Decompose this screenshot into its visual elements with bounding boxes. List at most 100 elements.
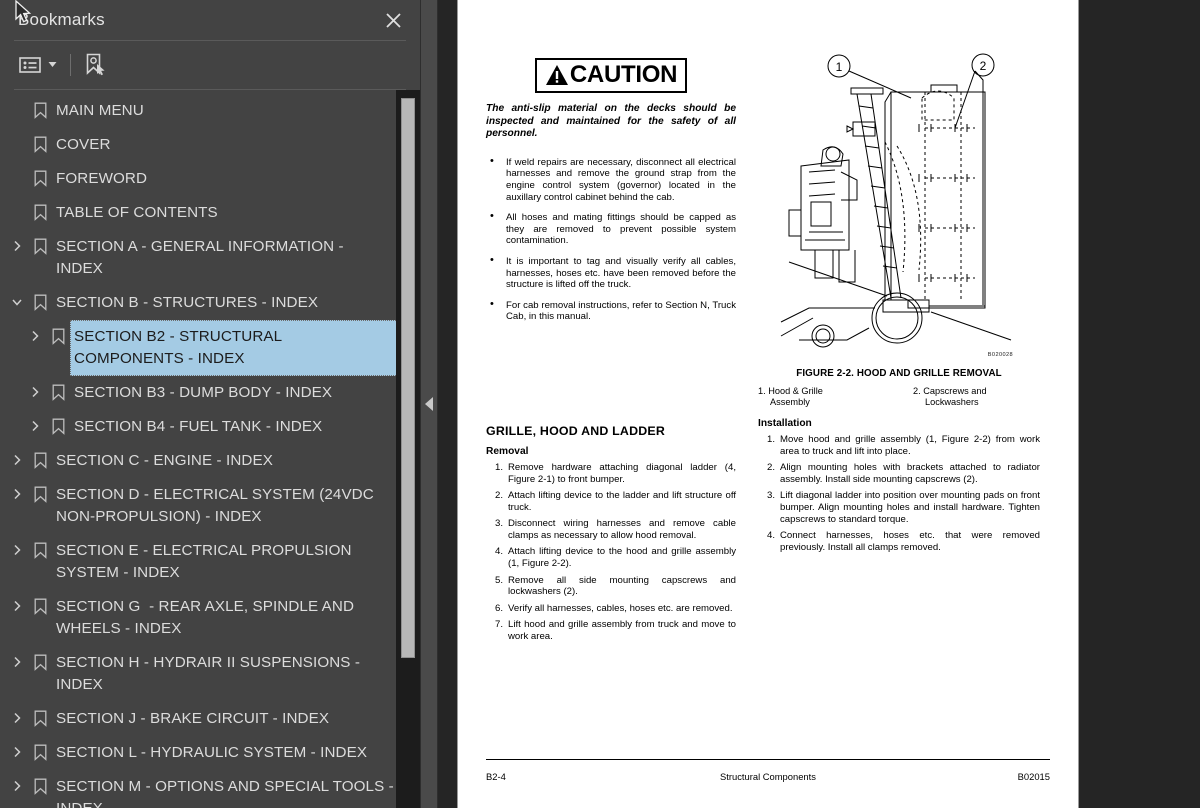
bookmark-item[interactable]: SECTION B3 - DUMP BODY - INDEX: [0, 376, 420, 410]
list-item: Align mounting holes with brackets attac…: [764, 462, 1040, 485]
list-item: Connect harnesses, hoses etc. that were …: [764, 530, 1040, 553]
list-item: Remove hardware attaching diagonal ladde…: [492, 461, 736, 485]
footer-doc-id: B02015: [1017, 771, 1050, 782]
section-heading: GRILLE, HOOD AND LADDER: [486, 423, 665, 438]
chevron-right-icon[interactable]: [6, 770, 28, 804]
bookmark-item[interactable]: SECTION M - OPTIONS AND SPECIAL TOOLS - …: [0, 770, 420, 808]
bookmark-item[interactable]: SECTION B - STRUCTURES - INDEX: [0, 286, 420, 320]
new-bookmark-icon[interactable]: [81, 50, 109, 80]
legend-number: 2.: [913, 386, 921, 396]
bookmark-flag-icon: [46, 410, 70, 444]
pdf-viewer-window: Bookmarks MAIN MENU COVER FOREWORD TABLE…: [0, 0, 1200, 808]
bookmark-label: SECTION D - ELECTRICAL SYSTEM (24VDC NON…: [56, 485, 379, 525]
chevron-down-icon[interactable]: [6, 286, 28, 320]
bookmark-label: SECTION B - STRUCTURES - INDEX: [56, 293, 319, 311]
bookmark-item[interactable]: SECTION E - ELECTRICAL PROPULSION SYSTEM…: [0, 534, 420, 590]
bookmark-label: MAIN MENU: [56, 101, 144, 119]
bookmark-label: SECTION B3 - DUMP BODY - INDEX: [74, 383, 333, 401]
bookmark-label: SECTION B4 - FUEL TANK - INDEX: [74, 417, 323, 435]
list-item: Verify all harnesses, cables, hoses etc.…: [492, 602, 733, 614]
list-item: All hoses and mating fittings should be …: [486, 211, 736, 247]
bookmark-item[interactable]: SECTION H - HYDRAIR II SUSPENSIONS - IND…: [0, 646, 420, 702]
bookmarks-panel-header: Bookmarks: [0, 0, 420, 40]
bookmarks-scrollbar[interactable]: [396, 89, 420, 808]
twisty-placeholder: [6, 162, 28, 196]
bookmark-label: SECTION E - ELECTRICAL PROPULSION SYSTEM…: [56, 541, 356, 581]
list-item: Disconnect wiring harnesses and remove c…: [492, 518, 736, 541]
twisty-placeholder: [6, 94, 28, 128]
legend-text: Capscrews and: [923, 386, 987, 396]
chevron-right-icon[interactable]: [6, 702, 28, 736]
warning-triangle-icon: [545, 65, 568, 85]
removal-heading: Removal: [486, 445, 529, 457]
list-item: Attach lifting device to the ladder and …: [492, 490, 736, 513]
bookmark-item[interactable]: SECTION C - ENGINE - INDEX: [0, 444, 420, 478]
bookmark-item[interactable]: SECTION B4 - FUEL TANK - INDEX: [0, 410, 420, 444]
chevron-right-icon[interactable]: [6, 230, 28, 264]
list-item: Lift hood and grille assembly from truck…: [492, 619, 736, 643]
bookmark-item[interactable]: SECTION D - ELECTRICAL SYSTEM (24VDC NON…: [0, 478, 420, 534]
bookmark-item[interactable]: TABLE OF CONTENTS: [0, 196, 420, 230]
footer-divider: [486, 759, 1050, 760]
figure-2-2: 1 2 B020028 FIGURE 2-2. HOOD AND GRILLE …: [758, 50, 1040, 409]
collapse-left-icon[interactable]: [425, 397, 433, 411]
footer-page-number: B2-4: [486, 771, 506, 782]
document-viewer: CAUTION The anti-slip material on the de…: [438, 0, 1200, 808]
bookmark-item[interactable]: SECTION A - GENERAL INFORMATION - INDEX: [0, 230, 420, 286]
page-right-column: Installation Move hood and grille assemb…: [758, 418, 1040, 558]
bookmark-label: SECTION H - HYDRAIR II SUSPENSIONS - IND…: [56, 653, 365, 693]
bookmark-label: SECTION L - HYDRAULIC SYSTEM - INDEX: [56, 743, 368, 761]
legend-item-1: 1. Hood & Grille Assembly: [758, 386, 899, 409]
bookmark-item[interactable]: COVER: [0, 128, 420, 162]
svg-text:2: 2: [980, 59, 987, 73]
list-options-icon[interactable]: [16, 50, 44, 80]
pdf-page: CAUTION The anti-slip material on the de…: [458, 0, 1078, 808]
page-left-column: CAUTION The anti-slip material on the de…: [486, 58, 736, 648]
bookmarks-panel: Bookmarks MAIN MENU COVER FOREWORD TABLE…: [0, 0, 420, 808]
chevron-right-icon[interactable]: [6, 444, 28, 478]
chevron-right-icon[interactable]: [24, 410, 46, 444]
bookmark-flag-icon: [28, 230, 52, 264]
panel-splitter[interactable]: [420, 0, 438, 808]
caution-heading: CAUTION: [569, 61, 678, 88]
chevron-right-icon[interactable]: [6, 590, 28, 624]
chevron-right-icon[interactable]: [6, 646, 28, 680]
bookmark-item[interactable]: SECTION L - HYDRAULIC SYSTEM - INDEX: [0, 736, 420, 770]
twisty-placeholder: [6, 128, 28, 162]
chevron-down-icon[interactable]: [44, 50, 60, 80]
technical-drawing: 1 2 B020028: [779, 50, 1019, 360]
bookmark-item[interactable]: FOREWORD: [0, 162, 420, 196]
bookmark-flag-icon: [28, 162, 52, 196]
bookmark-flag-icon: [28, 590, 52, 624]
legend-item-2: 2. Capscrews and Lockwashers: [899, 386, 1040, 409]
bookmark-label: SECTION J - BRAKE CIRCUIT - INDEX: [56, 709, 330, 727]
chevron-right-icon[interactable]: [6, 736, 28, 770]
legend-text-line2: Assembly: [770, 397, 810, 408]
bookmark-item[interactable]: SECTION J - BRAKE CIRCUIT - INDEX: [0, 702, 420, 736]
bookmark-label: SECTION A - GENERAL INFORMATION - INDEX: [56, 237, 348, 277]
page-footer: B2-4 Structural Components B02015: [486, 771, 1050, 782]
caution-box: CAUTION: [535, 58, 687, 93]
chevron-right-icon[interactable]: [24, 320, 46, 354]
bookmark-item[interactable]: SECTION G - REAR AXLE, SPINDLE AND WHEEL…: [0, 590, 420, 646]
chevron-right-icon[interactable]: [6, 478, 28, 512]
bookmark-flag-icon: [28, 128, 52, 162]
figure-caption: FIGURE 2-2. HOOD AND GRILLE REMOVAL: [796, 368, 1002, 379]
bookmark-label: TABLE OF CONTENTS: [56, 203, 218, 221]
chevron-right-icon[interactable]: [24, 376, 46, 410]
list-item: Attach lifting device to the hood and gr…: [492, 546, 736, 570]
bookmark-item[interactable]: SECTION B2 - STRUCTURAL COMPONENTS - IND…: [0, 319, 420, 376]
chevron-right-icon[interactable]: [6, 534, 28, 568]
removal-steps: Remove hardware attaching diagonal ladde…: [486, 462, 736, 643]
bookmark-flag-icon: [28, 534, 52, 568]
twisty-placeholder: [6, 196, 28, 230]
list-item: It is important to tag and visually veri…: [486, 255, 736, 291]
bookmark-item[interactable]: MAIN MENU: [0, 94, 420, 128]
caution-text: The anti-slip material on the decks shou…: [486, 103, 736, 140]
close-icon[interactable]: [380, 7, 406, 33]
bookmark-label: COVER: [56, 135, 111, 153]
scrollbar-thumb[interactable]: [401, 97, 415, 658]
installation-heading: Installation: [758, 418, 812, 429]
legend-text: Hood & Grille: [768, 386, 823, 396]
bookmark-flag-icon: [46, 320, 70, 354]
